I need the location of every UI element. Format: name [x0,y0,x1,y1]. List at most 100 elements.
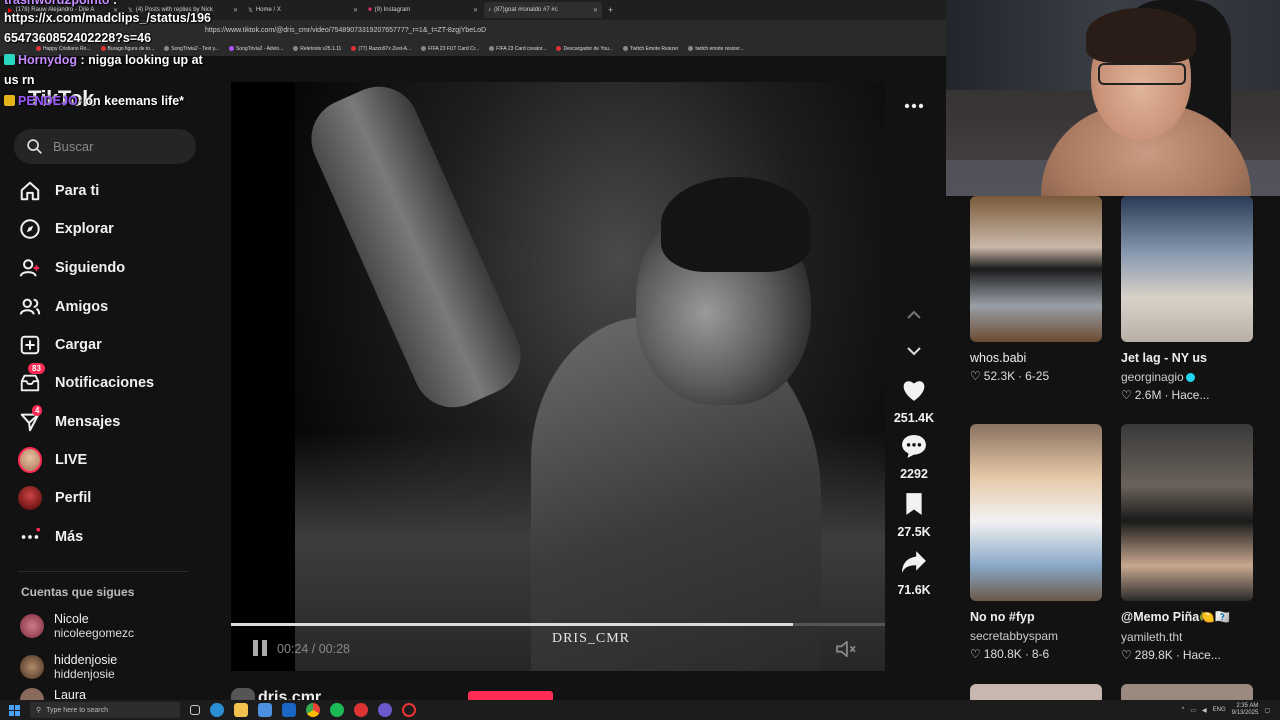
bookmark-item[interactable]: Twitch Emote Resizer [622,46,678,52]
bookmark-item[interactable]: SongTrivia2 - Test y... [164,46,219,52]
share-button[interactable]: 71.6K [885,550,943,597]
nav-item-live[interactable]: LIVE [18,445,198,475]
playback-time: 00:24 / 00:28 [277,642,350,656]
followed-account[interactable]: Nicole nicoleegomezc [20,609,210,643]
windows-taskbar: ⚲ Type here to search ^ ▭ ◀ ENG 2:35 AM 9/… [0,700,1280,720]
bookmark-item[interactable]: twitch emote resizer... [688,46,744,52]
save-count: 27.5K [897,525,931,539]
avatar [20,655,44,679]
share-count: 71.6K [897,583,931,597]
bookmark-item[interactable]: Happy Cristiano Ro... [36,46,91,52]
feed-card[interactable]: whos.babi ♡ 52.3K · 6-25 [970,196,1102,383]
folder-icon[interactable] [234,703,248,717]
followed-account[interactable]: hiddenjosie hiddenjosie [20,650,210,684]
bookmark-item[interactable]: SongTrivia2 - Advin... [228,46,283,52]
upload-icon [18,333,42,357]
language-indicator[interactable]: ENG [1213,707,1226,713]
chevron-up-icon[interactable] [885,307,943,325]
followed-account[interactable]: Laura [20,688,210,700]
network-icon[interactable]: ▭ [1190,707,1196,714]
volume-icon[interactable] [835,640,857,663]
chat-badge-icon [4,95,15,106]
video-thumbnail[interactable] [1121,424,1253,601]
bookmark-item[interactable]: FIFA 23 Card creator... [489,46,546,52]
bookmark-item[interactable]: FIFA 23 FUT Card Cr... [421,46,479,52]
more-icon [18,525,42,549]
heart-outline-icon: ♡ [970,369,981,383]
task-view-icon[interactable] [190,705,200,715]
progress-bar[interactable] [231,623,885,626]
feed-card[interactable] [1121,684,1253,700]
chat-message: us rn [4,73,35,87]
bookmark-item[interactable]: Reletools v25.1.11 [293,46,341,52]
save-button[interactable]: 27.5K [885,492,943,539]
nav-item-explorar[interactable]: Explorar [18,214,198,244]
nav-item-para-ti[interactable]: Para ti [18,176,198,206]
app-icon[interactable] [354,703,368,717]
feed-card[interactable]: No no #fyp secretabbyspam ♡ 180.8K · 8-6 [970,424,1102,661]
chat-message: https://x.com/madclips_/status/196 [4,11,212,25]
outlook-icon[interactable] [282,703,296,717]
comment-button[interactable]: 2292 [885,434,943,481]
chrome-icon[interactable] [306,703,320,717]
volume-icon[interactable]: ◀ [1202,707,1207,714]
browser-tab[interactable]: 𝕏 Home / X ✕ [244,2,362,18]
feed-card[interactable]: @Memo Piña🍋🇽🇽 yamileth.tht ♡ 289.8K · Hace.… [1121,424,1253,662]
search-box[interactable] [14,129,196,164]
edge-icon[interactable] [210,703,224,717]
chat-badge-icon [4,54,15,65]
new-tab-button[interactable]: + [608,5,613,15]
bookmark-item[interactable]: Burago figura de to... [100,46,154,52]
close-tab-icon[interactable]: ✕ [593,7,598,14]
video-thumbnail[interactable] [970,424,1102,601]
nav-item-amigos[interactable]: Amigos [18,292,198,322]
video-player[interactable]: DRIS_CMR 00:24 / 00:28 [231,82,885,671]
verified-icon [1185,373,1195,383]
following-icon [18,256,42,280]
close-tab-icon[interactable]: ✕ [233,7,238,14]
webcam-overlay [946,0,1280,196]
search-input[interactable] [53,139,183,154]
video-thumbnail[interactable] [1121,196,1253,342]
nav-item-mas[interactable]: Más [18,522,198,552]
nav-item-notificaciones[interactable]: 83 Notificaciones [18,363,198,398]
pause-button[interactable] [253,640,267,656]
browser-tab-active[interactable]: ♪ (87)goat #ronaldo #7 #c ✕ [484,2,602,18]
tiktok-icon: ♪ [488,7,491,13]
bookmark-item[interactable]: Descargador de You... [556,46,613,52]
chevron-up-icon[interactable]: ^ [1181,707,1184,713]
video-frame-hair [661,177,811,272]
nav-item-cargar[interactable]: Cargar [18,330,198,360]
notification-badge: 83 [28,363,45,374]
notifications-icon[interactable]: ▢ [1264,707,1270,714]
browser-tab[interactable]: ■ (9) Instagram ✕ [364,2,482,18]
store-icon[interactable] [258,703,272,717]
feed-card[interactable] [970,684,1102,700]
obs-icon[interactable] [378,703,392,717]
start-button[interactable] [6,702,22,718]
spotify-icon[interactable] [330,703,344,717]
chat-message: PENDEJO: on keemans life* [4,94,184,108]
avatar [20,614,44,638]
taskbar-search[interactable]: ⚲ Type here to search [30,702,180,718]
close-tab-icon[interactable]: ✕ [353,7,358,14]
feed-card[interactable]: Jet lag - NY us georginagio ♡ 2.6M · Hace..… [1121,196,1253,402]
video-thumbnail[interactable] [1121,684,1253,700]
inbox-icon: 83 [18,363,45,395]
heart-outline-icon: ♡ [1121,648,1132,662]
close-tab-icon[interactable]: ✕ [473,7,478,14]
opera-icon[interactable] [402,703,416,717]
nav-item-perfil[interactable]: Perfil [18,483,198,513]
bookmark-item[interactable]: (77) Razzo97x Zest-A... [351,46,411,52]
video-thumbnail[interactable] [970,196,1102,342]
clock[interactable]: 2:35 AM 9/13/2025 [1232,703,1259,717]
nav-item-mensajes[interactable]: 4 Mensajes [18,405,198,437]
like-button[interactable]: 251.4K [885,378,943,425]
like-count: 251.4K [893,411,935,425]
share-icon [902,551,926,573]
video-thumbnail[interactable] [970,684,1102,700]
chevron-down-icon[interactable] [885,343,943,361]
more-options-icon[interactable] [885,96,943,114]
nav-item-siguiendo[interactable]: Siguiendo [18,253,198,283]
friends-icon [18,295,42,319]
